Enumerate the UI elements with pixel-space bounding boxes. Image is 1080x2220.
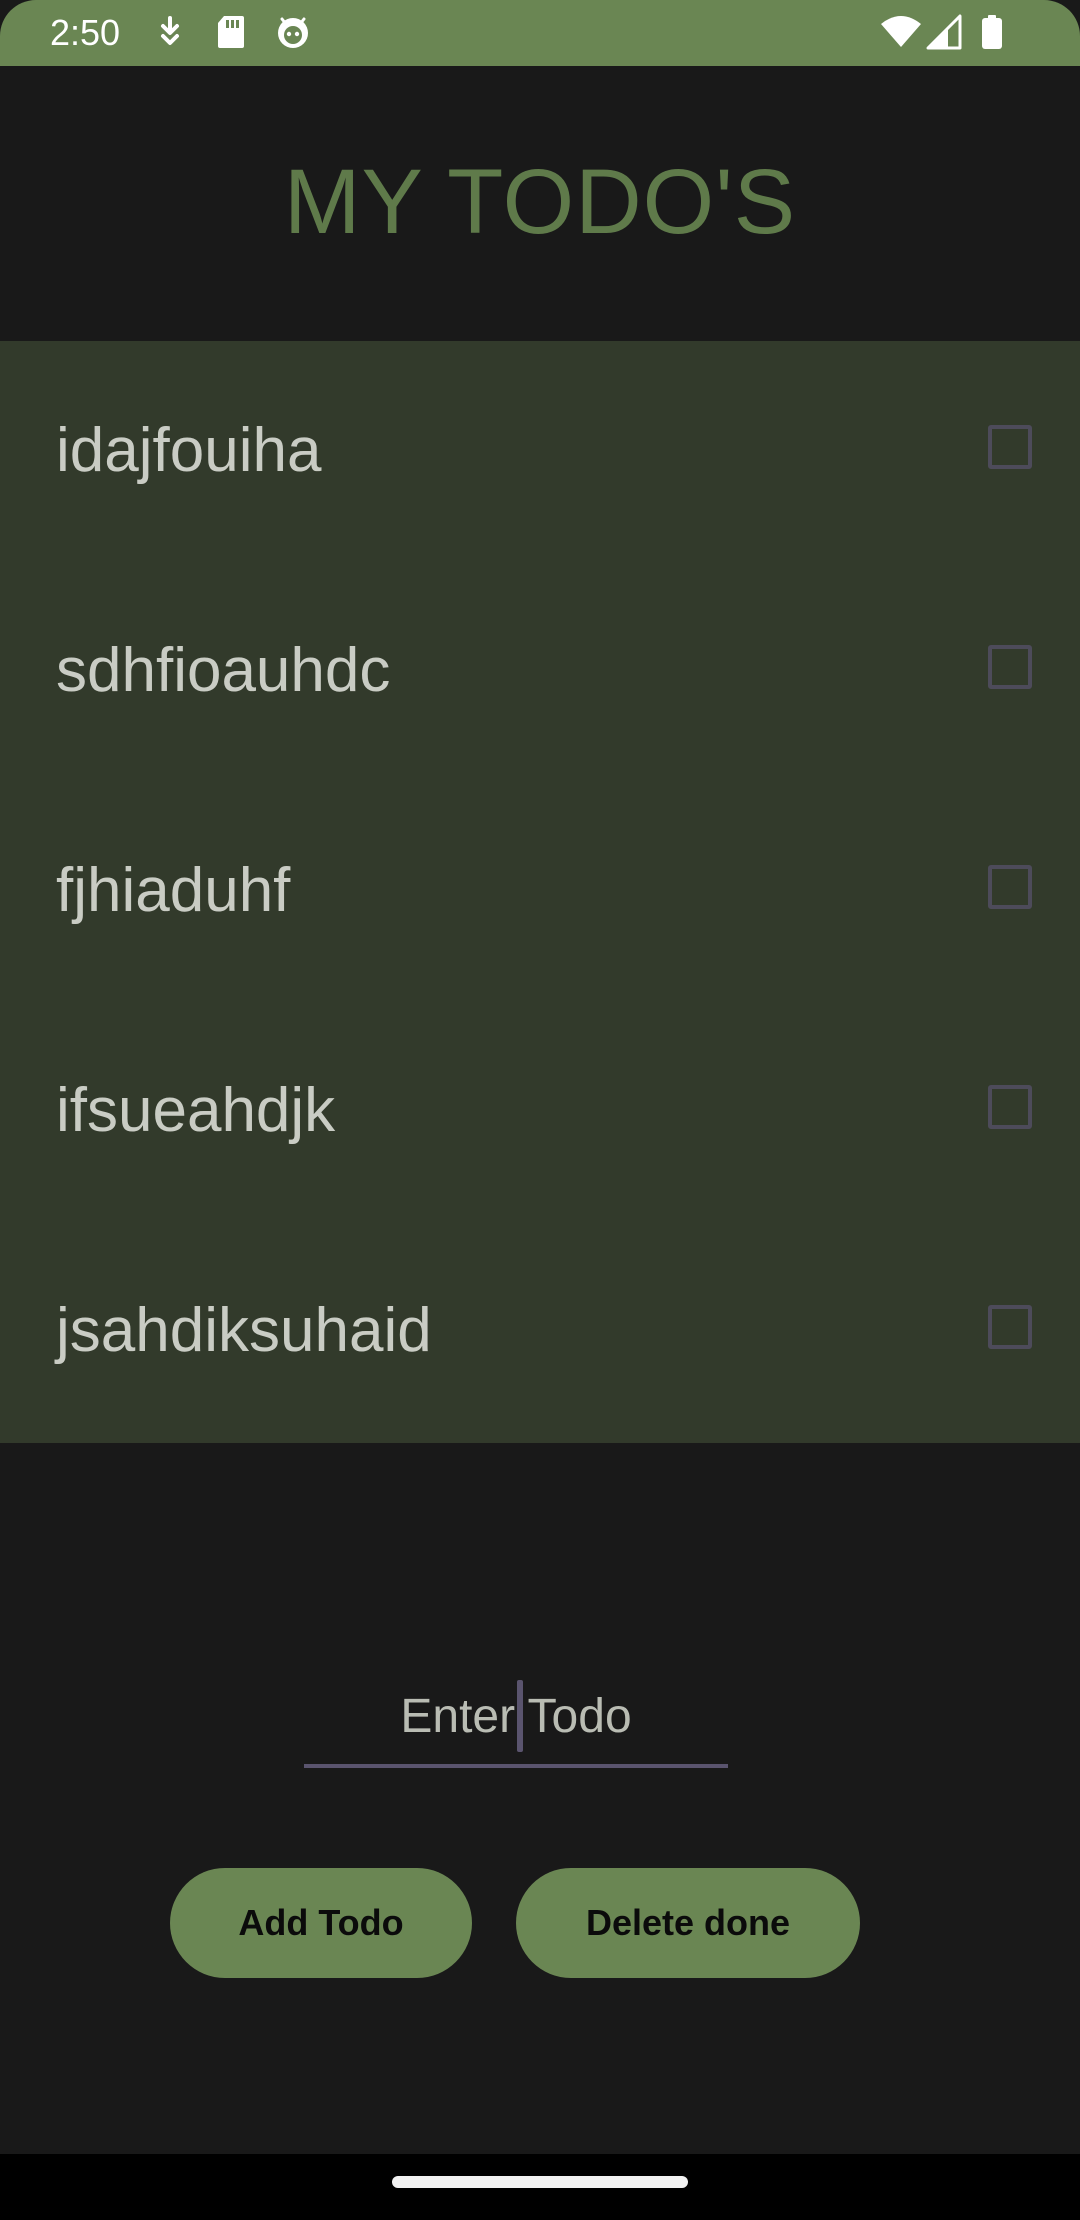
todo-text: sdhfioauhdc — [56, 636, 391, 705]
list-item: jsahdiksuhaid — [0, 1221, 1080, 1441]
status-bar: 2:50 — [0, 0, 1080, 66]
list-item: ifsueahdjk — [0, 1001, 1080, 1221]
wifi-icon — [881, 16, 921, 47]
todo-checkbox[interactable] — [988, 865, 1032, 909]
todo-checkbox[interactable] — [988, 645, 1032, 689]
add-todo-button[interactable]: Add Todo — [170, 1868, 472, 1978]
status-time: 2:50 — [50, 12, 121, 53]
list-item: idajfouiha — [0, 341, 1080, 561]
todo-checkbox[interactable] — [988, 425, 1032, 469]
list-item: sdhfioauhdc — [0, 561, 1080, 781]
todo-checkbox[interactable] — [988, 1305, 1032, 1349]
sd-card-icon — [218, 16, 244, 48]
app-screen: 2:50 MY TODO'S idajfouiha sdhfioauhdc fj… — [0, 0, 1080, 2220]
todo-text: jsahdiksuhaid — [56, 1296, 432, 1365]
page-title: MY TODO'S — [283, 151, 797, 253]
todo-text: ifsueahdjk — [56, 1076, 336, 1145]
battery-icon — [982, 15, 1002, 49]
todo-input[interactable] — [304, 1668, 728, 1768]
todo-text: idajfouiha — [56, 416, 322, 485]
todo-list: idajfouiha sdhfioauhdc fjhiaduhf ifsueah… — [0, 341, 1080, 1443]
list-item: fjhiaduhf — [0, 781, 1080, 1001]
navigation-bar — [0, 2154, 1080, 2220]
home-indicator[interactable] — [392, 2176, 688, 2188]
android-debug-icon — [278, 17, 308, 48]
cell-signal-icon — [926, 14, 962, 50]
delete-done-button[interactable]: Delete done — [516, 1868, 860, 1978]
todo-text: fjhiaduhf — [56, 856, 291, 925]
todo-checkbox[interactable] — [988, 1085, 1032, 1129]
todo-input-container — [304, 1668, 728, 1772]
header: MY TODO'S — [0, 66, 1080, 341]
text-cursor — [517, 1680, 523, 1752]
download-icon — [161, 16, 179, 45]
